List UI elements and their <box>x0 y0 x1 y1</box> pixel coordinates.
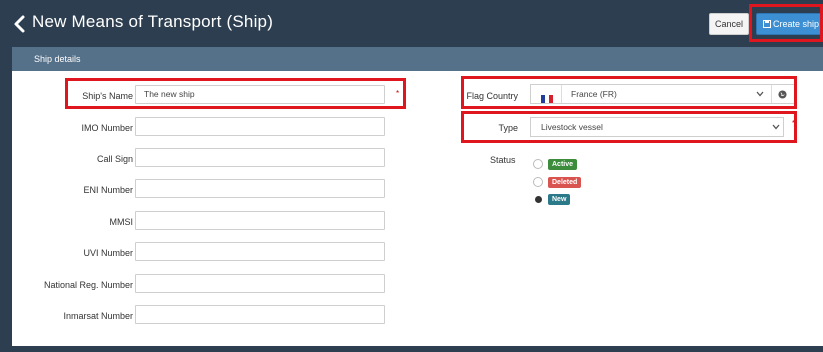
globe-icon[interactable] <box>778 90 787 99</box>
status-label: Status <box>490 155 516 165</box>
panel-header: Ship details <box>12 47 823 71</box>
status-radio-deleted[interactable] <box>533 177 543 187</box>
flag-country-value: France (FR) <box>571 89 617 99</box>
chevron-down-icon <box>772 124 780 130</box>
mmsi-input[interactable] <box>135 211 385 230</box>
cancel-button[interactable]: Cancel <box>709 13 749 35</box>
imo-number-input[interactable] <box>135 117 385 136</box>
status-badge-deleted: Deleted <box>548 177 582 188</box>
panel-title: Ship details <box>34 54 81 64</box>
flag-country-select[interactable]: France (FR) <box>530 84 795 104</box>
eni-number-label: ENI Number <box>83 185 133 195</box>
inmarsat-number-input[interactable] <box>135 305 385 324</box>
status-badge-active: Active <box>548 159 578 170</box>
save-icon <box>763 20 771 28</box>
required-mark: * <box>396 89 400 98</box>
status-badge-new: New <box>548 194 571 205</box>
page-header: New Means of Transport (Ship) Cancel Cre… <box>0 0 823 46</box>
ship-name-input[interactable]: The new ship <box>135 85 385 104</box>
eni-number-input[interactable] <box>135 179 385 198</box>
type-select[interactable]: Livestock vessel <box>530 117 784 137</box>
create-ship-label: Create ship <box>773 19 820 29</box>
type-value: Livestock vessel <box>541 122 603 132</box>
mmsi-label: MMSI <box>109 217 134 227</box>
type-label: Type <box>498 123 518 133</box>
flag-country-label: Flag Country <box>466 91 518 101</box>
status-radio-active[interactable] <box>533 159 543 169</box>
required-mark: * <box>792 119 796 128</box>
imo-number-label: IMO Number <box>81 123 133 133</box>
page-title: New Means of Transport (Ship) <box>32 12 274 31</box>
chevron-down-icon <box>756 91 764 97</box>
create-ship-button[interactable]: Create ship <box>756 13 823 35</box>
status-radio-new[interactable] <box>535 196 542 203</box>
uvi-number-input[interactable] <box>135 242 385 261</box>
call-sign-label: Call Sign <box>96 154 133 164</box>
ship-details-panel: Ship details Ship's Name The new ship * … <box>12 47 823 346</box>
national-reg-number-label: National Reg. Number <box>43 280 133 290</box>
ship-name-label: Ship's Name <box>82 91 133 101</box>
france-flag-icon <box>541 91 553 103</box>
chevron-left-icon[interactable] <box>11 13 29 35</box>
national-reg-number-input[interactable] <box>135 274 385 293</box>
uvi-number-label: UVI Number <box>83 248 133 258</box>
call-sign-input[interactable] <box>135 148 385 167</box>
inmarsat-number-label: Inmarsat Number <box>63 311 133 321</box>
